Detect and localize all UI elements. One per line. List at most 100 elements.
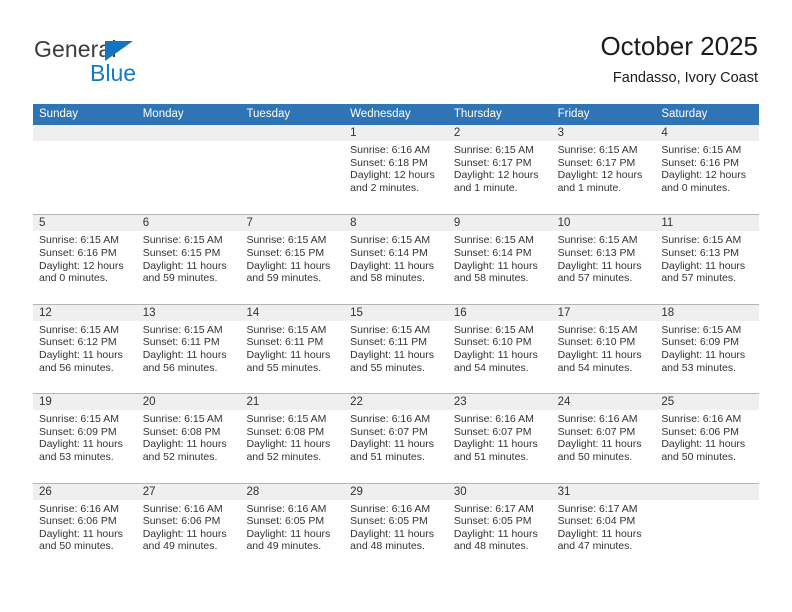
day-detail-line: Sunrise: 6:15 AM: [142, 413, 223, 426]
day-detail-line: and 54 minutes.: [557, 361, 633, 374]
calendar-day-cell[interactable]: 5 Sunrise: 6:15 AM Sunset: 6:16 PM Daylight…: [33, 215, 137, 303]
day-number: [240, 125, 345, 141]
calendar-day-cell[interactable]: 2 Sunrise: 6:15 AM Sunset: 6:17 PM Daylight…: [447, 125, 552, 214]
day-detail-line: Sunset: 6:09 PM: [661, 336, 739, 349]
day-number: 13: [136, 304, 241, 321]
day-number: 20: [136, 394, 241, 411]
calendar-day-cell[interactable]: 25 Sunrise: 6:16 AM Sunset: 6:06 PM Dayligh…: [655, 394, 760, 482]
day-detail-line: Daylight: 11 hours: [453, 348, 538, 361]
day-detail-line: Sunrise: 6:15 AM: [39, 234, 119, 247]
day-detail-line: Daylight: 11 hours: [661, 348, 746, 361]
page-title: October 2025: [600, 31, 758, 61]
day-detail-line: Sunrise: 6:16 AM: [142, 502, 223, 515]
calendar-day-cell[interactable]: 6 Sunrise: 6:15 AM Sunset: 6:15 PM Daylight…: [136, 215, 241, 303]
calendar-day-cell-empty: [240, 125, 345, 214]
calendar-day-cell[interactable]: 11 Sunrise: 6:15 AM Sunset: 6:13 PM Dayligh…: [655, 215, 760, 303]
day-details: Sunrise: 6:16 AM Sunset: 6:07 PM Daylight:…: [344, 410, 448, 463]
calendar-day-cell[interactable]: 15 Sunrise: 6:15 AM Sunset: 6:11 PM Dayligh…: [344, 304, 448, 393]
calendar-day-cell[interactable]: 21 Sunrise: 6:15 AM Sunset: 6:08 PM Dayligh…: [240, 394, 345, 482]
calendar-day-cell[interactable]: 20 Sunrise: 6:15 AM Sunset: 6:08 PM Dayligh…: [136, 394, 241, 482]
page-header: General Blue October 2025 Fandasso, Ivor…: [0, 0, 792, 100]
day-detail-line: Sunset: 6:08 PM: [246, 425, 325, 438]
calendar-day-cell[interactable]: 10 Sunrise: 6:15 AM Sunset: 6:13 PM Dayligh…: [551, 215, 656, 303]
day-details: Sunrise: 6:16 AM Sunset: 6:18 PM Daylight:…: [344, 141, 448, 194]
calendar-day-cell[interactable]: 17 Sunrise: 6:15 AM Sunset: 6:10 PM Dayligh…: [551, 304, 656, 393]
day-detail-line: Daylight: 12 hours: [350, 169, 435, 182]
calendar-day-cell[interactable]: 31 Sunrise: 6:17 AM Sunset: 6:04 PM Dayligh…: [551, 483, 656, 572]
calendar-day-cell[interactable]: 18 Sunrise: 6:15 AM Sunset: 6:09 PM Dayligh…: [655, 304, 760, 393]
day-detail-line: Sunrise: 6:15 AM: [453, 234, 534, 247]
logo-text-blue: Blue: [90, 60, 137, 86]
day-detail-line: Sunrise: 6:15 AM: [142, 234, 223, 247]
day-detail-line: Sunrise: 6:15 AM: [661, 234, 742, 247]
day-detail-line: Sunset: 6:06 PM: [661, 425, 739, 438]
day-detail-line: Sunset: 6:05 PM: [246, 515, 325, 528]
calendar-day-cell[interactable]: 14 Sunrise: 6:15 AM Sunset: 6:11 PM Dayligh…: [240, 304, 345, 393]
day-detail-line: Sunrise: 6:17 AM: [453, 502, 534, 515]
weekday-header-row: Sunday Monday Tuesday Wednesday Thursday Frid…: [33, 104, 759, 125]
day-detail-line: and 0 minutes.: [661, 181, 731, 194]
calendar-day-cell[interactable]: 8 Sunrise: 6:15 AM Sunset: 6:14 PM Daylight…: [344, 215, 448, 303]
day-detail-line: and 56 minutes.: [142, 361, 218, 374]
day-details: Sunrise: 6:15 AM Sunset: 6:14 PM Daylight:…: [448, 231, 552, 284]
weekday-header-monday: Monday: [142, 108, 184, 120]
weekday-header-thursday: Thursday: [453, 108, 502, 120]
calendar-day-cell[interactable]: 12 Sunrise: 6:15 AM Sunset: 6:12 PM Dayligh…: [33, 304, 137, 393]
day-details: Sunrise: 6:15 AM Sunset: 6:17 PM Daylight:…: [552, 141, 656, 194]
day-number: 6: [136, 215, 241, 232]
calendar-week-row: 5 Sunrise: 6:15 AM Sunset: 6:16 PM Daylight…: [33, 214, 760, 303]
day-number: 2: [447, 125, 552, 141]
calendar-day-cell[interactable]: 30 Sunrise: 6:17 AM Sunset: 6:05 PM Dayligh…: [447, 483, 552, 572]
day-detail-line: Daylight: 11 hours: [142, 259, 227, 272]
day-detail-line: Sunrise: 6:15 AM: [39, 323, 119, 336]
day-details: Sunrise: 6:15 AM Sunset: 6:11 PM Daylight:…: [344, 321, 448, 374]
calendar-day-cell[interactable]: 19 Sunrise: 6:15 AM Sunset: 6:09 PM Dayligh…: [33, 394, 137, 482]
day-detail-line: Daylight: 11 hours: [453, 259, 538, 272]
calendar-day-cell[interactable]: 13 Sunrise: 6:15 AM Sunset: 6:11 PM Dayligh…: [136, 304, 241, 393]
day-details: [137, 141, 241, 144]
day-detail-line: Sunrise: 6:15 AM: [661, 323, 742, 336]
day-number: 31: [551, 483, 656, 500]
day-details: Sunrise: 6:16 AM Sunset: 6:06 PM Daylight:…: [137, 500, 241, 553]
calendar-day-cell[interactable]: 24 Sunrise: 6:16 AM Sunset: 6:07 PM Dayligh…: [551, 394, 656, 482]
day-detail-line: and 1 minute.: [453, 181, 518, 194]
day-detail-line: and 48 minutes.: [350, 540, 425, 553]
day-details: Sunrise: 6:15 AM Sunset: 6:12 PM Daylight:…: [33, 321, 137, 374]
day-detail-line: Sunrise: 6:15 AM: [350, 234, 431, 247]
page-subtitle: Fandasso, Ivory Coast: [612, 70, 758, 86]
calendar-day-cell[interactable]: 29 Sunrise: 6:16 AM Sunset: 6:05 PM Dayligh…: [344, 483, 448, 572]
day-detail-line: and 48 minutes.: [453, 540, 529, 553]
calendar-day-cell[interactable]: 1 Sunrise: 6:16 AM Sunset: 6:18 PM Daylight…: [344, 125, 448, 214]
calendar-day-cell[interactable]: 23 Sunrise: 6:16 AM Sunset: 6:07 PM Dayligh…: [447, 394, 552, 482]
day-detail-line: Sunrise: 6:15 AM: [246, 234, 327, 247]
day-detail-line: Sunset: 6:09 PM: [39, 425, 117, 438]
day-details: Sunrise: 6:17 AM Sunset: 6:05 PM Daylight:…: [448, 500, 552, 553]
day-details: Sunrise: 6:15 AM Sunset: 6:09 PM Daylight:…: [655, 321, 759, 374]
calendar-page: General Blue October 2025 Fandasso, Ivor…: [0, 0, 792, 612]
day-detail-line: and 0 minutes.: [39, 272, 108, 285]
day-detail-line: and 1 minute.: [557, 181, 622, 194]
calendar-day-cell[interactable]: 22 Sunrise: 6:16 AM Sunset: 6:07 PM Dayligh…: [344, 394, 448, 482]
day-detail-line: and 50 minutes.: [557, 450, 633, 463]
day-detail-line: and 58 minutes.: [453, 272, 529, 285]
calendar-day-cell[interactable]: 27 Sunrise: 6:16 AM Sunset: 6:06 PM Dayligh…: [136, 483, 241, 572]
weekday-header-friday: Friday: [557, 108, 590, 120]
calendar-day-cell[interactable]: 16 Sunrise: 6:15 AM Sunset: 6:10 PM Dayligh…: [447, 304, 552, 393]
day-detail-line: Daylight: 11 hours: [39, 527, 123, 540]
day-detail-line: Sunrise: 6:16 AM: [350, 144, 431, 156]
calendar-day-cell[interactable]: 26 Sunrise: 6:16 AM Sunset: 6:06 PM Dayligh…: [33, 483, 137, 572]
day-detail-line: and 49 minutes.: [142, 540, 218, 553]
calendar-day-cell[interactable]: 4 Sunrise: 6:15 AM Sunset: 6:16 PM Daylight…: [655, 125, 760, 214]
calendar-week-row: 26 Sunrise: 6:16 AM Sunset: 6:06 PM Dayligh…: [33, 482, 760, 572]
calendar-day-cell[interactable]: 9 Sunrise: 6:15 AM Sunset: 6:14 PM Daylight…: [447, 215, 552, 303]
calendar-day-cell[interactable]: 7 Sunrise: 6:15 AM Sunset: 6:15 PM Daylight…: [240, 215, 345, 303]
day-detail-line: Daylight: 11 hours: [453, 527, 538, 540]
day-detail-line: Sunrise: 6:16 AM: [557, 413, 638, 426]
calendar-day-cell[interactable]: 28 Sunrise: 6:16 AM Sunset: 6:05 PM Dayligh…: [240, 483, 345, 572]
day-detail-line: Sunrise: 6:16 AM: [246, 502, 327, 515]
day-details: Sunrise: 6:16 AM Sunset: 6:05 PM Daylight:…: [344, 500, 448, 553]
calendar-day-cell[interactable]: 3 Sunrise: 6:15 AM Sunset: 6:17 PM Daylight…: [551, 125, 656, 214]
day-detail-line: Sunset: 6:17 PM: [453, 156, 532, 169]
calendar-day-cell-empty: [655, 483, 760, 572]
general-blue-logo[interactable]: General Blue: [34, 36, 254, 94]
